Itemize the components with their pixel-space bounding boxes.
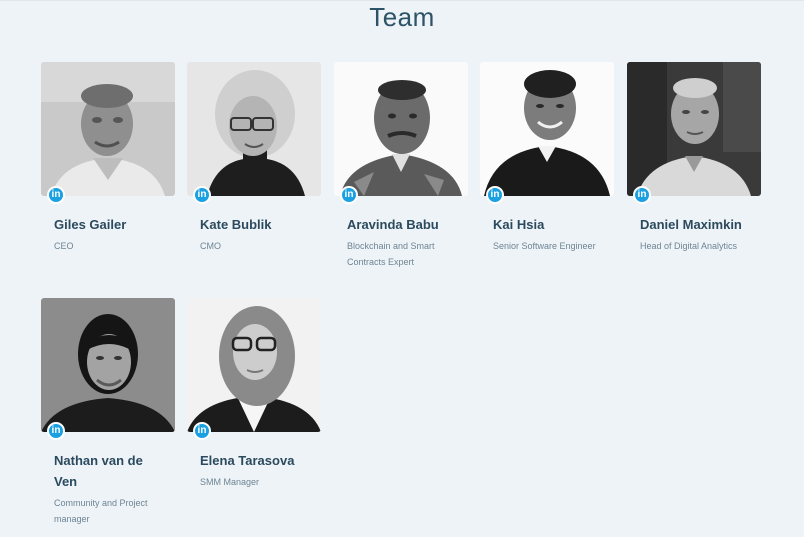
member-name: Kai Hsia <box>493 217 545 232</box>
linkedin-icon[interactable]: in <box>193 422 211 440</box>
team-member-card: in Daniel Maximkin Head of Digital Analy… <box>627 62 761 254</box>
member-photo[interactable]: in <box>480 62 614 204</box>
member-role: SMM Manager <box>200 477 260 487</box>
member-photo[interactable]: in <box>187 298 321 440</box>
section-title: Team <box>369 2 435 32</box>
member-name: Elena Tarasova <box>200 453 295 468</box>
linkedin-icon[interactable]: in <box>47 422 65 440</box>
linkedin-icon[interactable]: in <box>47 186 65 204</box>
linkedin-icon[interactable]: in <box>193 186 211 204</box>
linkedin-icon[interactable]: in <box>633 186 651 204</box>
team-member-card: in Nathan van de Ven Community and Proje… <box>41 298 175 527</box>
linkedin-icon[interactable]: in <box>486 186 504 204</box>
member-role: CMO <box>200 241 221 251</box>
top-divider <box>0 0 804 1</box>
member-name: Nathan van de Ven <box>54 453 143 489</box>
member-role: Senior Software Engineer <box>493 241 596 251</box>
team-member-card: in Elena Tarasova SMM Manager <box>187 298 321 490</box>
member-photo[interactable]: in <box>41 62 175 204</box>
member-name: Giles Gailer <box>54 217 127 232</box>
member-name: Kate Bublik <box>200 217 272 232</box>
member-role: Head of Digital Analytics <box>640 241 738 251</box>
team-member-card: in Aravinda Babu Blockchain and Smart Co… <box>334 62 468 270</box>
linkedin-icon[interactable]: in <box>340 186 358 204</box>
team-member-card: in Giles Gailer CEO <box>41 62 175 254</box>
member-role: Community and Project manager <box>54 498 148 524</box>
member-name: Daniel Maximkin <box>640 217 742 232</box>
member-name: Aravinda Babu <box>347 217 439 232</box>
team-member-card: in Kate Bublik CMO <box>187 62 321 254</box>
member-photo[interactable]: in <box>41 298 175 440</box>
member-photo[interactable]: in <box>334 62 468 204</box>
member-role: Blockchain and Smart Contracts Expert <box>347 241 435 267</box>
team-member-card: in Kai Hsia Senior Software Engineer <box>480 62 614 254</box>
member-photo[interactable]: in <box>187 62 321 204</box>
member-photo[interactable]: in <box>627 62 761 204</box>
member-role: CEO <box>54 241 74 251</box>
